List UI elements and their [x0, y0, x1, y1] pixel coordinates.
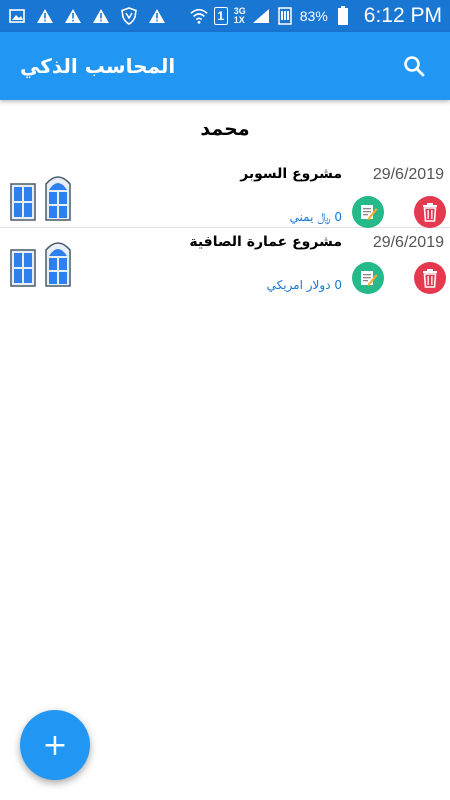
plus-icon: + [42, 727, 68, 763]
edit-icon [361, 205, 378, 220]
signal-icon [252, 7, 270, 25]
sim-number: 1 [217, 9, 225, 23]
warning-icon [36, 7, 54, 25]
project-amount: 0 ﷼ يمني [289, 210, 342, 224]
app-bar: المحاسب الذكي [0, 32, 450, 100]
battery-percent: 83% [299, 8, 328, 24]
sim-icon: 1 [213, 7, 228, 25]
project-name: مشروع السوبر [240, 166, 342, 182]
project-row[interactable]: 29/6/2019 مشروع عمارة الصافية 0 دولار ام… [0, 228, 450, 296]
project-row[interactable]: 29/6/2019 مشروع السوبر 0 ﷼ يمني [0, 160, 450, 228]
data-card-icon [276, 7, 294, 25]
windows-icon [10, 242, 71, 287]
delete-button[interactable] [414, 262, 446, 294]
app-title: المحاسب الذكي [20, 54, 176, 78]
battery-icon [334, 6, 352, 25]
delete-button[interactable] [414, 196, 446, 228]
section-title: محمد [200, 118, 250, 140]
image-icon [8, 7, 26, 25]
windows-icon [10, 176, 71, 221]
search-icon [404, 56, 425, 77]
network-bottom: 1X [233, 15, 245, 25]
wifi-icon [190, 7, 208, 25]
shield-icon [120, 7, 138, 25]
clock: 6:12 PM [363, 4, 442, 27]
project-date: 29/6/2019 [372, 166, 444, 183]
notification-icons [8, 7, 166, 25]
project-date: 29/6/2019 [372, 234, 444, 251]
warning-icon [64, 7, 82, 25]
search-button[interactable] [394, 46, 434, 86]
edit-button[interactable] [352, 196, 384, 228]
edit-button[interactable] [352, 262, 384, 294]
warning-icon [148, 7, 166, 25]
warning-icon [92, 7, 110, 25]
system-icons: 1 3G 1X 83% 6:12 PM [190, 4, 442, 28]
edit-icon [361, 271, 378, 286]
project-name: مشروع عمارة الصافية [189, 234, 342, 250]
add-project-button[interactable]: + [20, 710, 90, 780]
project-amount: 0 دولار امريكي [266, 278, 342, 292]
trash-icon [423, 269, 437, 288]
status-bar: 1 3G 1X 83% 6:12 PM [0, 0, 450, 32]
trash-icon [423, 203, 437, 222]
network-type: 3G 1X [234, 7, 246, 25]
